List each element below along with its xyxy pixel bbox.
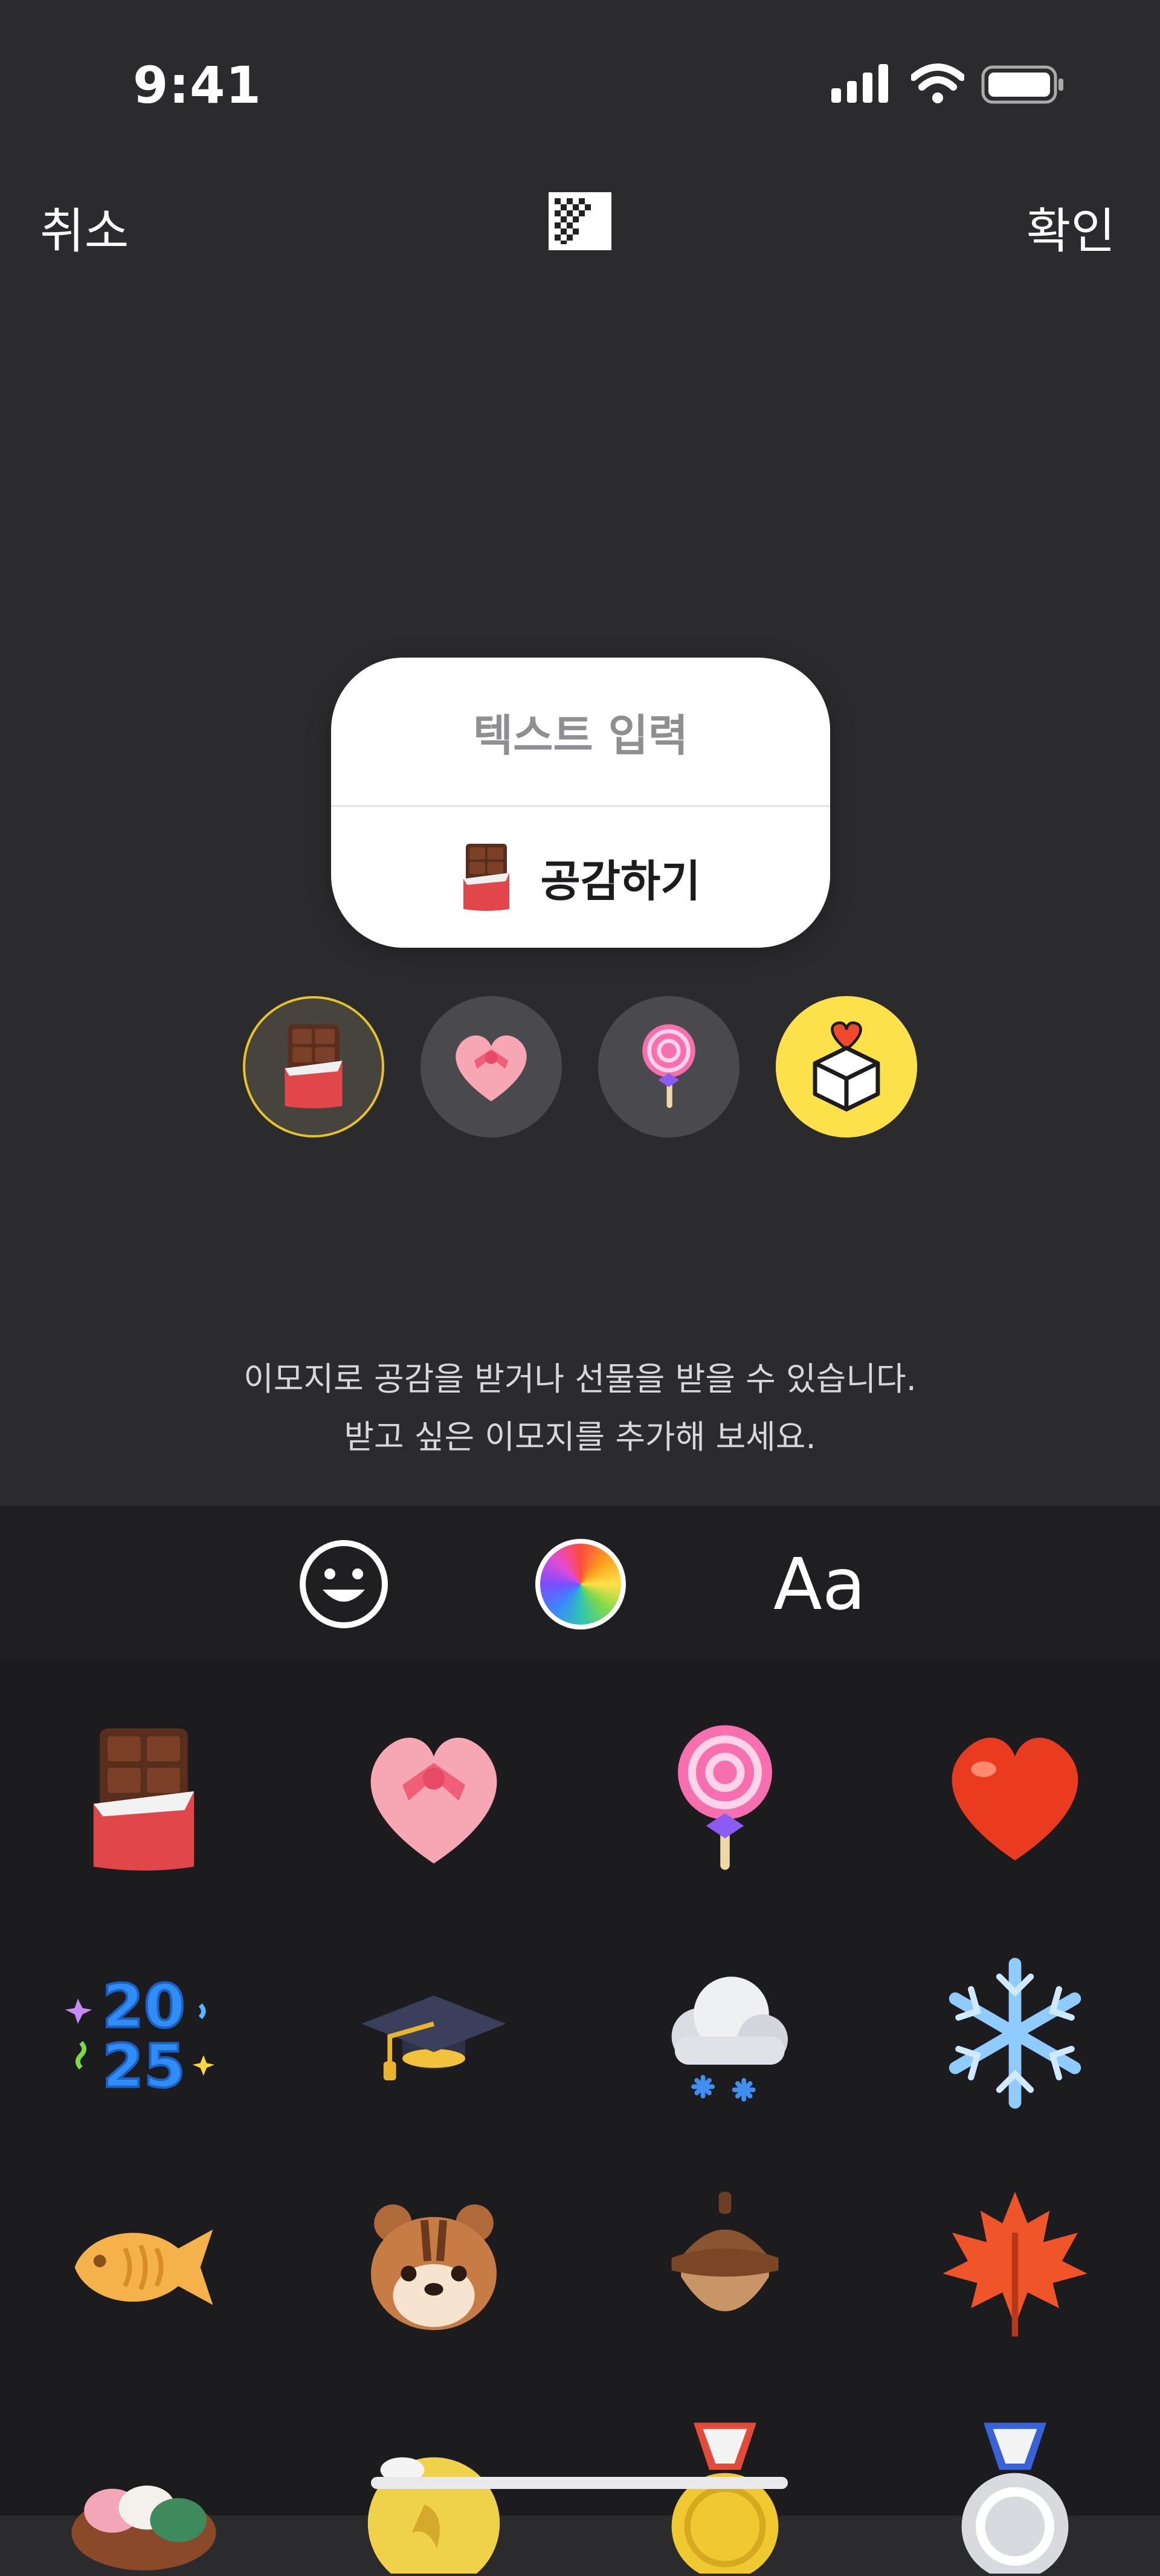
smiley-icon[interactable] xyxy=(298,1539,389,1629)
grid-item-gold-medal[interactable] xyxy=(355,2416,512,2576)
grid-item-fish-bread[interactable] xyxy=(65,2186,222,2343)
grid-item-snowflake[interactable] xyxy=(936,1955,1094,2112)
grid-item-red-heart[interactable] xyxy=(936,1719,1094,1876)
signal-icon xyxy=(831,64,888,103)
reaction-row: 공감하기 xyxy=(331,807,830,948)
emoji-grid: 20 25 xyxy=(0,1659,1160,2576)
cancel-button[interactable]: 취소 xyxy=(40,192,129,262)
grid-item-chipmunk[interactable] xyxy=(355,2186,512,2343)
grid-item-heart-box[interactable] xyxy=(355,1719,512,1876)
lollipop-icon xyxy=(642,1024,695,1108)
reaction-label: 공감하기 xyxy=(540,856,701,907)
checkerboard-icon[interactable] xyxy=(549,192,611,250)
helper-line-1: 이모지로 공감을 받거나 선물을 받을 수 있습니다. xyxy=(243,1360,917,1398)
grid-item-2025[interactable]: 20 25 xyxy=(65,1955,222,2112)
sticker-card[interactable]: 텍스트 입력 공감하기 xyxy=(331,658,830,948)
songpyeon-icon xyxy=(71,2485,216,2571)
selector-chocolate[interactable] xyxy=(243,996,384,1138)
gold-medal-icon xyxy=(367,2457,500,2576)
graduation-cap-icon xyxy=(361,1995,506,2080)
selector-lollipop[interactable] xyxy=(598,996,740,1138)
selector-heart-box[interactable] xyxy=(420,996,562,1138)
svg-text:20: 20 xyxy=(102,1972,185,2042)
grid-item-snow-cloud[interactable] xyxy=(646,1955,804,2112)
heart-gift-box-icon xyxy=(456,1035,527,1102)
chocolate-bar-icon xyxy=(93,1728,195,1871)
grid-item-silver-medal[interactable] xyxy=(936,2416,1094,2576)
grid-item-maple-leaf[interactable] xyxy=(936,2186,1094,2343)
chipmunk-icon xyxy=(371,2204,497,2331)
confirm-button[interactable]: 확인 xyxy=(1026,192,1115,262)
grid-item-acorn[interactable] xyxy=(646,2186,804,2343)
helper-text: 이모지로 공감을 받거나 선물을 받을 수 있습니다. 받고 싶은 이모지를 추… xyxy=(0,1350,1160,1466)
font-tab[interactable]: Aa xyxy=(773,1542,866,1626)
chocolate-bar-icon xyxy=(463,843,509,911)
2025-icon: 20 25 xyxy=(65,1971,214,2102)
grid-item-graduation-cap[interactable] xyxy=(355,1955,512,2112)
home-indicator[interactable] xyxy=(371,2477,788,2489)
heart-gift-box-icon xyxy=(370,1737,497,1864)
red-heart-icon xyxy=(952,1737,1078,1860)
snowflake-icon xyxy=(949,1958,1081,2109)
gift-box-heart-icon xyxy=(813,1021,880,1112)
silver-medal-icon xyxy=(961,2422,1069,2576)
color-wheel-icon[interactable] xyxy=(535,1539,626,1629)
chocolate-bar-icon xyxy=(285,1024,343,1108)
wifi-icon xyxy=(911,63,964,103)
grid-item-songpyeon[interactable] xyxy=(65,2416,222,2574)
grid-item-lollipop[interactable] xyxy=(646,1719,804,1876)
lollipop-icon xyxy=(678,1725,772,1870)
text-input-placeholder[interactable]: 텍스트 입력 xyxy=(331,658,830,805)
svg-text:25: 25 xyxy=(102,2031,185,2101)
snow-cloud-icon xyxy=(671,1976,788,2102)
grid-item-chocolate[interactable] xyxy=(65,1719,222,1876)
fish-bread-icon xyxy=(74,2229,213,2305)
gold-coin-medal-icon xyxy=(671,2422,779,2576)
grid-item-gold-coin-medal[interactable] xyxy=(646,2416,804,2576)
acorn-icon xyxy=(671,2192,779,2311)
status-time: 9:41 xyxy=(133,56,262,115)
battery-icon xyxy=(981,65,1063,104)
maple-leaf-icon xyxy=(942,2192,1088,2337)
selector-gift[interactable] xyxy=(776,996,917,1138)
helper-line-2: 받고 싶은 이모지를 추가해 보세요. xyxy=(344,1418,816,1456)
